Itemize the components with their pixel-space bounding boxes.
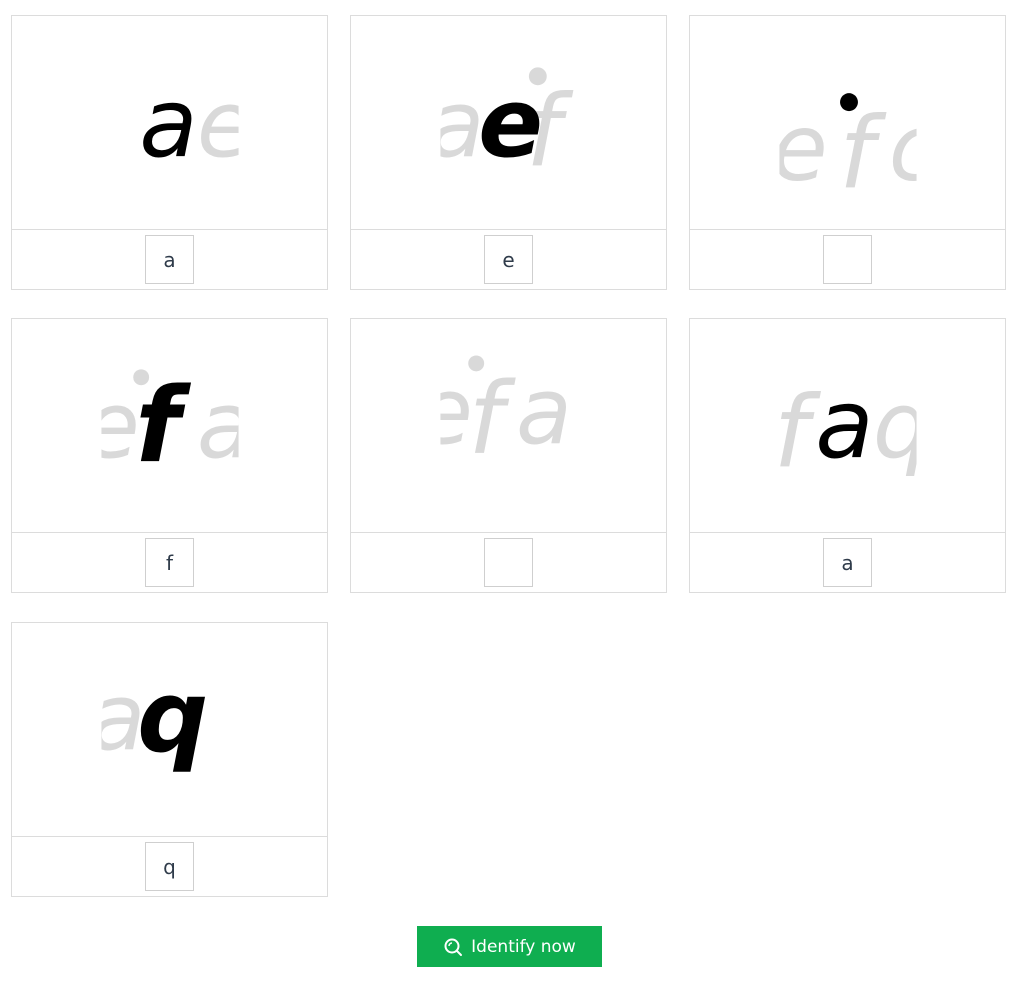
glyph-image: a q: [12, 623, 327, 837]
glyph-card: e f c: [689, 15, 1006, 290]
svg-text:f: f: [135, 366, 191, 486]
glyph-image: e f c: [690, 16, 1005, 230]
svg-text:a: a: [139, 68, 197, 179]
identify-now-button[interactable]: Identify now: [417, 926, 602, 967]
svg-text:q: q: [137, 660, 208, 775]
svg-text:f: f: [468, 362, 516, 477]
glyph-image: e a f: [12, 319, 327, 533]
glyph-card: e f a: [350, 318, 667, 593]
glyph-card: e a f: [11, 318, 328, 593]
search-icon: [443, 937, 463, 957]
svg-text:e: e: [771, 95, 827, 202]
glyph-image: f q a: [690, 319, 1005, 533]
answer-input[interactable]: [484, 538, 533, 587]
glyph-card: a q: [11, 622, 328, 897]
answer-input[interactable]: [145, 235, 194, 284]
svg-text:a: a: [516, 358, 572, 465]
glyph-image: a f e: [351, 16, 666, 230]
answer-input[interactable]: [823, 235, 872, 284]
glyph-card: e a: [11, 15, 328, 290]
answer-input[interactable]: [145, 538, 194, 587]
glyph-card: a f e: [350, 15, 667, 290]
glyph-image: e f a: [351, 319, 666, 533]
answer-input[interactable]: [484, 235, 533, 284]
svg-text:e: e: [478, 68, 543, 179]
svg-text:f: f: [839, 97, 887, 212]
glyph-image: e a: [12, 16, 327, 230]
answer-input[interactable]: [145, 842, 194, 891]
answer-input[interactable]: [823, 538, 872, 587]
svg-text:a: a: [815, 369, 873, 480]
glyph-card: f q a: [689, 318, 1006, 593]
identify-now-label: Identify now: [471, 936, 576, 957]
